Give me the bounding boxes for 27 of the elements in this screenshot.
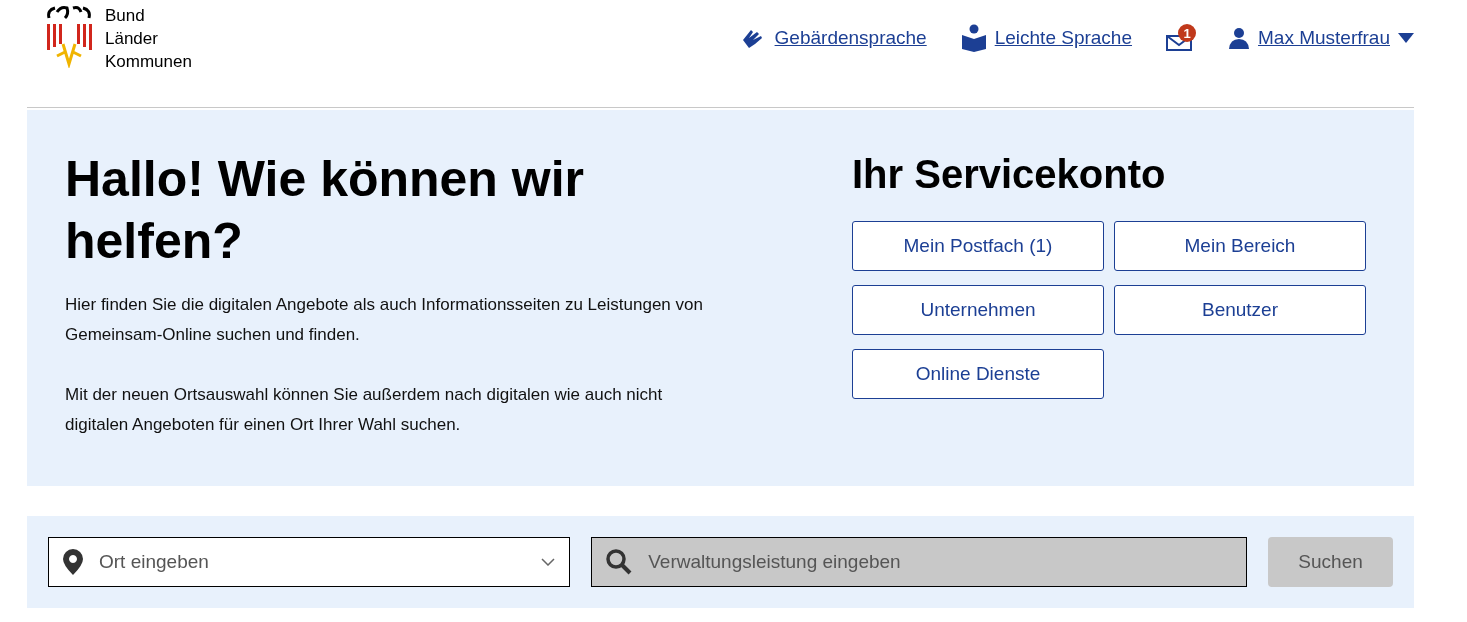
service-button[interactable]: Mein Bereich — [1114, 221, 1366, 271]
logo-text: Kommunen — [105, 51, 192, 73]
location-input[interactable]: Ort eingeben — [97, 550, 528, 574]
mailbox-link[interactable]: 1 — [1166, 24, 1194, 52]
hero-paragraph: Mit der neuen Ortsauswahl können Sie außerdem nach digitalen wie auch nicht digitalen Angeboten für einen Ort Ihrer Wahl suchen. — [65, 384, 664, 436]
map-pin-icon — [63, 549, 83, 575]
user-menu-link[interactable]: Max Musterfrau — [1228, 27, 1414, 49]
service-button[interactable]: Benutzer — [1114, 285, 1366, 335]
service-button[interactable]: Unternehmen — [852, 285, 1104, 335]
service-search-input[interactable]: Verwaltungsleistung eingeben — [646, 550, 1233, 574]
reading-book-icon — [960, 24, 987, 52]
logo-text: Bund — [105, 5, 146, 27]
chevron-down-icon — [541, 558, 556, 566]
header-link[interactable]: Gebärdensprache — [740, 26, 927, 50]
hero-paragraph: Hier finden Sie die digitalen Angebote als auch Informationsseiten zu Leistungen von Gemeinsam-Online suchen und finden. — [65, 294, 704, 346]
hero-title: Hallo! Wie können wir helfen? — [65, 150, 586, 271]
user-icon — [1228, 27, 1250, 49]
service-search-field[interactable]: Verwaltungsleistung eingeben — [591, 537, 1248, 587]
caret-icon — [1398, 33, 1414, 43]
header-link[interactable]: Leichte Sprache — [960, 24, 1132, 52]
location-field[interactable]: Ort eingeben — [48, 537, 571, 587]
servicekonto-title: Ihr Servicekonto — [852, 152, 1167, 197]
search-icon — [606, 549, 633, 575]
service-button[interactable]: Mein Postfach (1) — [852, 221, 1104, 271]
service-button[interactable]: Online Dienste — [852, 349, 1104, 399]
notification-badge: 1 — [1178, 24, 1196, 42]
logo-text: Länder — [105, 28, 159, 50]
